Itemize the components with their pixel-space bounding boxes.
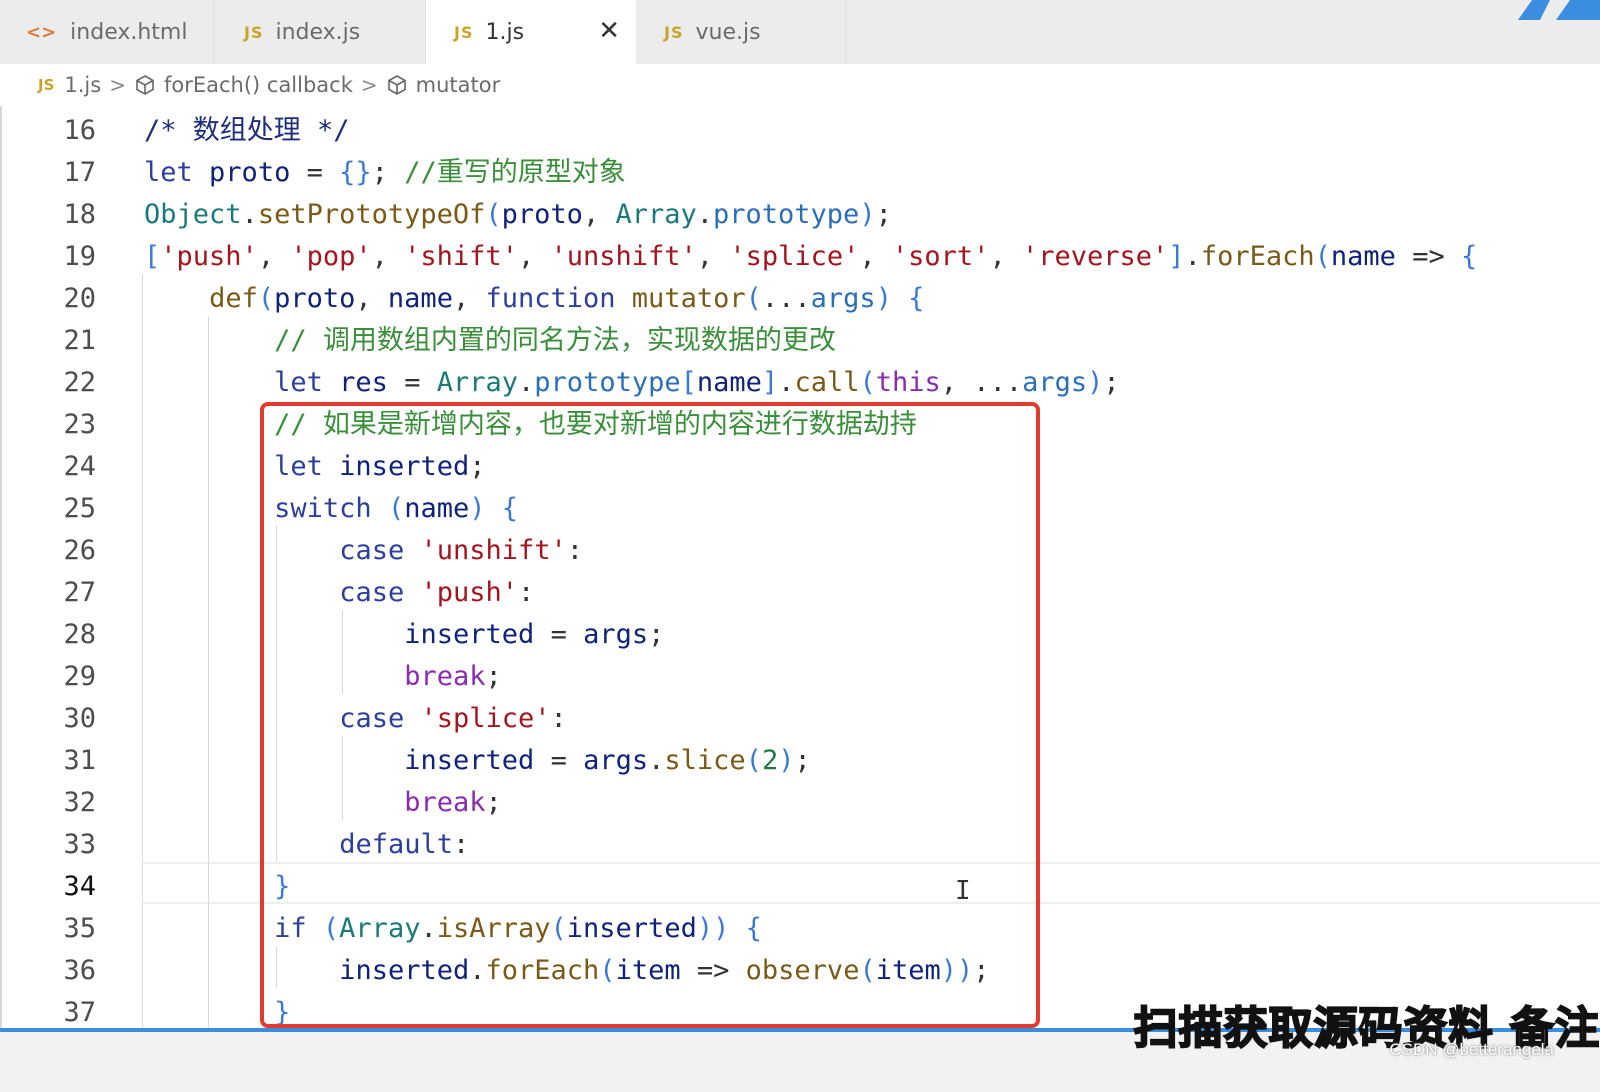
line-number: 22 — [63, 367, 96, 398]
tab-index-js[interactable]: JS index.js — [214, 0, 426, 64]
js-file-icon: JS — [454, 22, 474, 42]
js-file-icon: JS — [244, 22, 264, 42]
tab-label: index.html — [70, 19, 188, 45]
line-number: 36 — [63, 955, 96, 986]
watermark: CSDN @betterangela — [1389, 1040, 1554, 1059]
cube-symbol-icon — [134, 74, 156, 96]
line-number: 30 — [63, 703, 96, 734]
code-line[interactable]: Object.setPrototypeOf(proto, Array.proto… — [144, 194, 892, 236]
tab-1-js[interactable]: JS 1.js ✕ — [426, 0, 636, 64]
line-number: 21 — [63, 325, 96, 356]
code-line[interactable]: ['push', 'pop', 'shift', 'unshift', 'spl… — [144, 236, 1477, 278]
highlight-annotation-box — [260, 402, 1040, 1028]
tab-bar: <> index.html JS index.js JS 1.js ✕ JS v… — [0, 0, 1600, 64]
line-number: 23 — [63, 409, 96, 440]
line-number: 19 — [63, 241, 96, 272]
code-line[interactable]: let res = Array.prototype[name].call(thi… — [144, 362, 1120, 404]
cube-symbol-icon — [386, 74, 408, 96]
code-line[interactable]: def(proto, name, function mutator(...arg… — [144, 278, 924, 320]
js-file-icon: JS — [664, 22, 684, 42]
line-number: 24 — [63, 451, 96, 482]
tab-label: vue.js — [695, 19, 761, 45]
code-line[interactable]: let proto = {}; //重写的原型对象 — [144, 152, 626, 194]
logo-fragment-icon — [1510, 0, 1600, 20]
chevron-right-icon: > — [109, 73, 126, 97]
line-number: 27 — [63, 577, 96, 608]
line-number: 32 — [63, 787, 96, 818]
js-file-icon: JS — [38, 76, 55, 94]
line-number: 18 — [63, 199, 96, 230]
tab-label: index.js — [275, 19, 361, 45]
text-cursor-icon: I — [955, 876, 971, 906]
line-number: 20 — [63, 283, 96, 314]
line-number-current: 34 — [63, 871, 96, 902]
line-number: 25 — [63, 493, 96, 524]
chevron-right-icon: > — [360, 73, 378, 97]
line-number: 26 — [63, 535, 96, 566]
line-number: 35 — [63, 913, 96, 944]
tab-index-html[interactable]: <> index.html — [0, 0, 214, 64]
line-number: 17 — [63, 157, 96, 188]
indent-guide — [142, 274, 143, 1028]
breadcrumb-item-mutator[interactable]: mutator — [416, 73, 501, 97]
breadcrumb: JS 1.js > forEach() callback > mutator — [0, 64, 1600, 106]
code-line[interactable]: // 调用数组内置的同名方法，实现数据的更改 — [144, 320, 836, 362]
code-editor[interactable]: 16 17 18 19 20 21 22 23 24 25 26 27 28 2… — [0, 106, 1600, 1092]
line-number: 33 — [63, 829, 96, 860]
line-number: 29 — [63, 661, 96, 692]
line-number: 31 — [63, 745, 96, 776]
tab-label: 1.js — [485, 19, 525, 45]
close-icon[interactable]: ✕ — [598, 18, 620, 44]
tab-vue-js[interactable]: JS vue.js — [636, 0, 846, 64]
line-number: 16 — [63, 115, 96, 146]
html-file-icon: <> — [26, 21, 57, 43]
breadcrumb-file[interactable]: 1.js — [64, 73, 101, 97]
line-number: 28 — [63, 619, 96, 650]
code-line[interactable]: /* 数组处理 */ — [144, 110, 350, 152]
breadcrumb-item-foreach-callback[interactable]: forEach() callback — [164, 73, 353, 97]
